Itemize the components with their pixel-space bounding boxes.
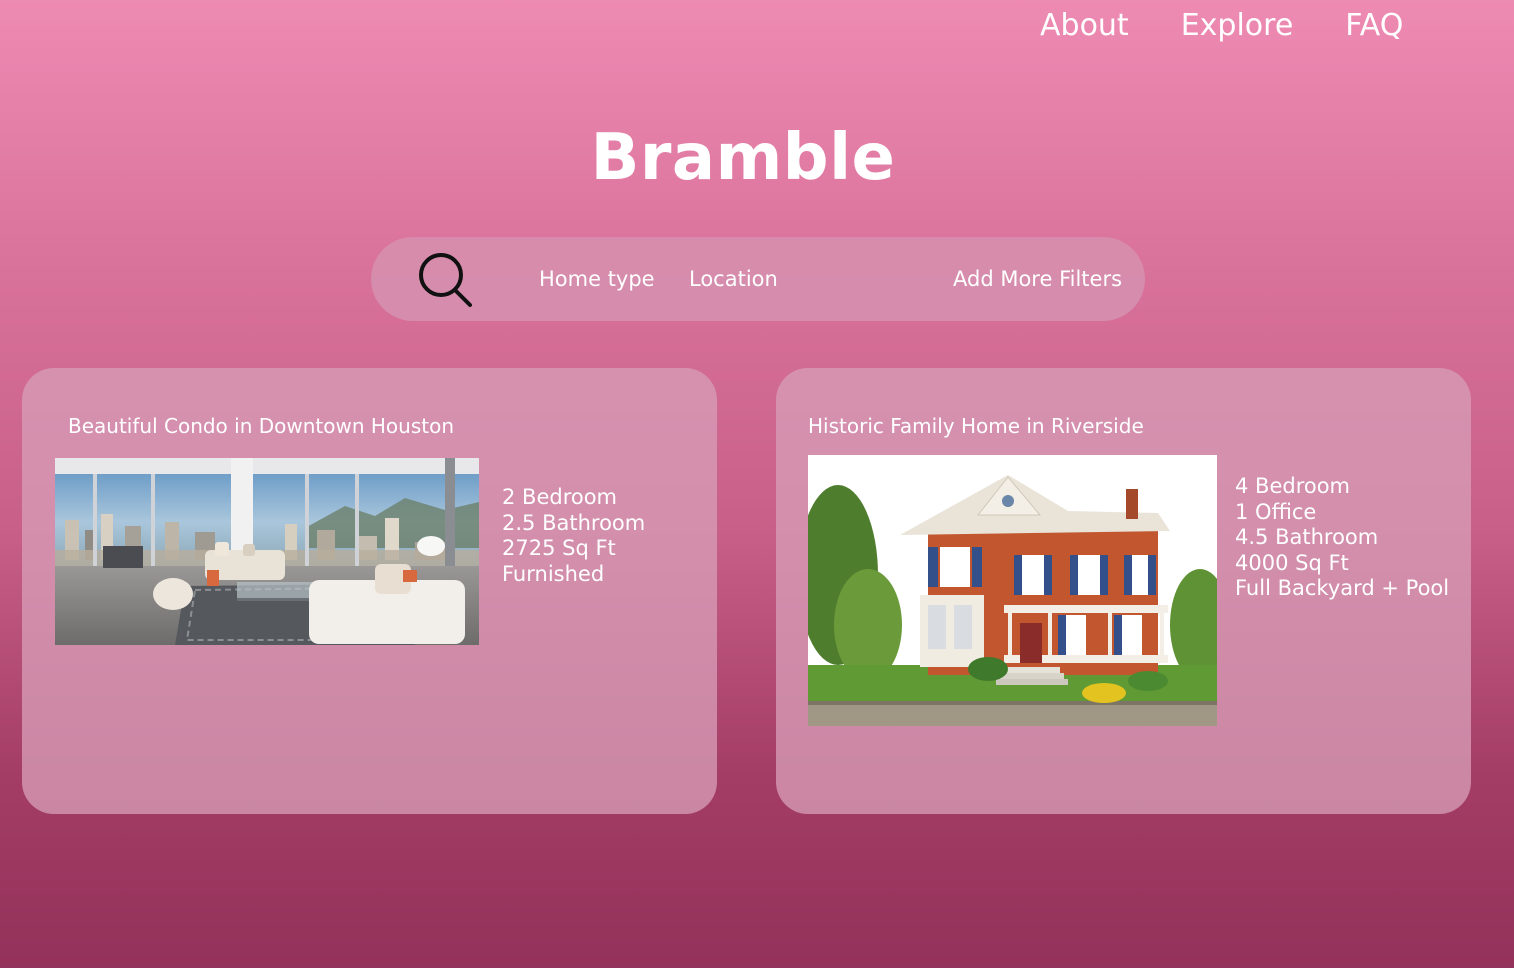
feature-item: 2.5 Bathroom	[502, 510, 646, 535]
search-icon[interactable]	[415, 249, 475, 309]
listing-title[interactable]: Historic Family Home in Riverside	[808, 412, 1144, 440]
feature-item: 4.5 Bathroom	[1235, 525, 1379, 550]
nav-about-link[interactable]: About	[1040, 6, 1129, 46]
feature-item: 2 Bedroom	[502, 485, 618, 509]
feature-item: 2725 Sq Ft	[502, 536, 616, 561]
add-more-filters-button[interactable]: Add More Filters	[953, 265, 1122, 293]
victorian-house-photo[interactable]	[808, 455, 1217, 726]
nav-faq-link[interactable]: FAQ	[1345, 6, 1403, 46]
feature-item: Furnished	[502, 561, 605, 586]
listing-features: 4 Bedroom 1 Office 4.5 Bathroom 4000 Sq …	[1235, 474, 1449, 602]
feature-item: 1 Office	[1235, 499, 1317, 524]
top-nav: About Explore FAQ	[1040, 6, 1403, 46]
location-filter[interactable]: Location	[689, 265, 778, 293]
feature-item: 4 Bedroom	[1235, 474, 1351, 498]
listing-features: 2 Bedroom 2.5 Bathroom 2725 Sq Ft Furnis…	[502, 485, 645, 587]
feature-item: 4000 Sq Ft	[1235, 550, 1349, 575]
feature-item: Full Backyard + Pool	[1235, 576, 1450, 601]
nav-explore-link[interactable]: Explore	[1181, 6, 1294, 46]
brand-title: Bramble	[590, 121, 896, 195]
listing-card-condo[interactable]: Beautiful Condo in Downtown Houston 2 Be…	[22, 368, 717, 814]
listing-card-historic-home[interactable]: Historic Family Home in Riverside 4 Bedr…	[776, 368, 1471, 814]
listing-title[interactable]: Beautiful Condo in Downtown Houston	[68, 412, 454, 440]
home-type-filter[interactable]: Home type	[539, 265, 655, 293]
search-bar[interactable]: Home type Location Add More Filters	[371, 237, 1145, 321]
condo-living-room-photo[interactable]	[55, 458, 479, 645]
